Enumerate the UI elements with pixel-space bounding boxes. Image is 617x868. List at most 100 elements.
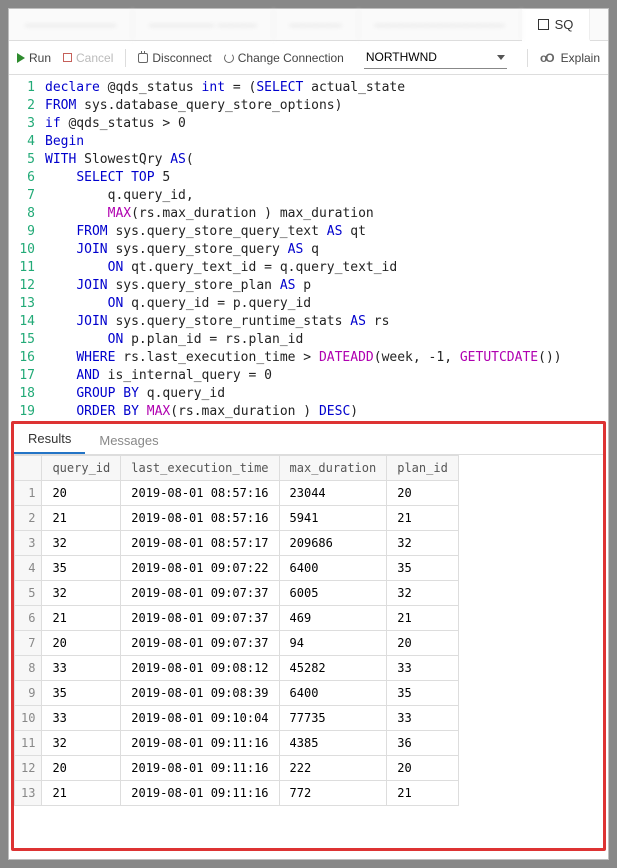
explain-icon: oO <box>540 51 553 65</box>
cell[interactable]: 5941 <box>279 506 387 531</box>
run-button[interactable]: Run <box>17 51 51 65</box>
cell[interactable]: 20 <box>42 756 121 781</box>
row-number: 10 <box>15 706 42 731</box>
table-row[interactable]: 12202019-08-01 09:11:1622220 <box>15 756 459 781</box>
cell[interactable]: 23044 <box>279 481 387 506</box>
cell[interactable]: 2019-08-01 08:57:17 <box>121 531 279 556</box>
cell[interactable]: 32 <box>387 531 459 556</box>
cell[interactable]: 2019-08-01 09:10:04 <box>121 706 279 731</box>
run-label: Run <box>29 51 51 65</box>
change-connection-button[interactable]: Change Connection <box>224 51 344 65</box>
cell[interactable]: 77735 <box>279 706 387 731</box>
cell[interactable]: 21 <box>42 781 121 806</box>
table-row[interactable]: 5322019-08-01 09:07:37600532 <box>15 581 459 606</box>
cell[interactable]: 20 <box>42 481 121 506</box>
column-header[interactable]: last_execution_time <box>121 456 279 481</box>
tab-blurred[interactable]: ——————— <box>9 9 133 40</box>
column-header[interactable]: max_duration <box>279 456 387 481</box>
table-row[interactable]: 10332019-08-01 09:10:047773533 <box>15 706 459 731</box>
tab-blurred[interactable]: ————— ——— <box>133 9 274 40</box>
table-row[interactable]: 7202019-08-01 09:07:379420 <box>15 631 459 656</box>
cell[interactable]: 2019-08-01 09:11:16 <box>121 781 279 806</box>
cell[interactable]: 4385 <box>279 731 387 756</box>
cell[interactable]: 20 <box>387 631 459 656</box>
results-grid-wrapper[interactable]: query_idlast_execution_timemax_durationp… <box>14 454 603 848</box>
cell[interactable]: 21 <box>387 781 459 806</box>
tab-results[interactable]: Results <box>14 425 85 454</box>
explain-button[interactable]: oO Explain <box>540 51 600 65</box>
cell[interactable]: 2019-08-01 09:08:12 <box>121 656 279 681</box>
sql-editor[interactable]: 12345678910111213141516171819202122 decl… <box>9 75 608 419</box>
explain-label: Explain <box>561 51 600 65</box>
row-number: 2 <box>15 506 42 531</box>
table-row[interactable]: 1202019-08-01 08:57:162304420 <box>15 481 459 506</box>
table-row[interactable]: 13212019-08-01 09:11:1677221 <box>15 781 459 806</box>
cell[interactable]: 6005 <box>279 581 387 606</box>
cell[interactable]: 33 <box>42 706 121 731</box>
table-row[interactable]: 3322019-08-01 08:57:1720968632 <box>15 531 459 556</box>
row-number: 4 <box>15 556 42 581</box>
cell[interactable]: 2019-08-01 08:57:16 <box>121 506 279 531</box>
cell[interactable]: 20 <box>42 631 121 656</box>
cell[interactable]: 6400 <box>279 681 387 706</box>
chevron-down-icon <box>497 55 505 60</box>
cell[interactable]: 94 <box>279 631 387 656</box>
cell[interactable]: 35 <box>387 681 459 706</box>
cell[interactable]: 6400 <box>279 556 387 581</box>
cell[interactable]: 33 <box>387 656 459 681</box>
cell[interactable]: 33 <box>42 656 121 681</box>
cell[interactable]: 33 <box>387 706 459 731</box>
disconnect-label: Disconnect <box>152 51 211 65</box>
cell[interactable]: 35 <box>42 681 121 706</box>
cell[interactable]: 2019-08-01 09:11:16 <box>121 731 279 756</box>
cell[interactable]: 32 <box>42 581 121 606</box>
cell[interactable]: 35 <box>42 556 121 581</box>
table-row[interactable]: 2212019-08-01 08:57:16594121 <box>15 506 459 531</box>
cell[interactable]: 469 <box>279 606 387 631</box>
cell[interactable]: 209686 <box>279 531 387 556</box>
cell[interactable]: 21 <box>42 606 121 631</box>
table-row[interactable]: 11322019-08-01 09:11:16438536 <box>15 731 459 756</box>
tab-active[interactable]: SQ <box>522 9 591 41</box>
cell[interactable]: 2019-08-01 09:07:22 <box>121 556 279 581</box>
cell[interactable]: 772 <box>279 781 387 806</box>
column-header[interactable]: query_id <box>42 456 121 481</box>
cell[interactable]: 21 <box>387 506 459 531</box>
disconnect-button[interactable]: Disconnect <box>138 51 211 65</box>
cell[interactable]: 20 <box>387 756 459 781</box>
cancel-label: Cancel <box>76 51 113 65</box>
table-row[interactable]: 9352019-08-01 09:08:39640035 <box>15 681 459 706</box>
cell[interactable]: 35 <box>387 556 459 581</box>
cell[interactable]: 222 <box>279 756 387 781</box>
table-row[interactable]: 8332019-08-01 09:08:124528233 <box>15 656 459 681</box>
cell[interactable]: 32 <box>42 531 121 556</box>
table-row[interactable]: 6212019-08-01 09:07:3746921 <box>15 606 459 631</box>
code-area[interactable]: declare @qds_status int = (SELECT actual… <box>45 79 608 419</box>
cell[interactable]: 32 <box>42 731 121 756</box>
row-number: 3 <box>15 531 42 556</box>
column-header[interactable]: plan_id <box>387 456 459 481</box>
cell[interactable]: 45282 <box>279 656 387 681</box>
tab-label: SQ <box>555 17 574 32</box>
change-connection-icon <box>224 53 234 63</box>
cell[interactable]: 36 <box>387 731 459 756</box>
separator <box>527 49 528 67</box>
tab-blurred[interactable]: ———— <box>274 9 359 40</box>
play-icon <box>17 53 25 63</box>
tab-blurred[interactable]: —————————— <box>359 9 522 40</box>
database-selector[interactable]: NORTHWND <box>364 46 507 69</box>
row-number: 6 <box>15 606 42 631</box>
row-number: 13 <box>15 781 42 806</box>
cell[interactable]: 20 <box>387 481 459 506</box>
cell[interactable]: 21 <box>387 606 459 631</box>
cell[interactable]: 2019-08-01 08:57:16 <box>121 481 279 506</box>
cell[interactable]: 32 <box>387 581 459 606</box>
cell[interactable]: 2019-08-01 09:07:37 <box>121 581 279 606</box>
cell[interactable]: 2019-08-01 09:07:37 <box>121 631 279 656</box>
tab-messages[interactable]: Messages <box>85 427 172 454</box>
cell[interactable]: 2019-08-01 09:08:39 <box>121 681 279 706</box>
cell[interactable]: 2019-08-01 09:07:37 <box>121 606 279 631</box>
table-row[interactable]: 4352019-08-01 09:07:22640035 <box>15 556 459 581</box>
cell[interactable]: 21 <box>42 506 121 531</box>
cell[interactable]: 2019-08-01 09:11:16 <box>121 756 279 781</box>
